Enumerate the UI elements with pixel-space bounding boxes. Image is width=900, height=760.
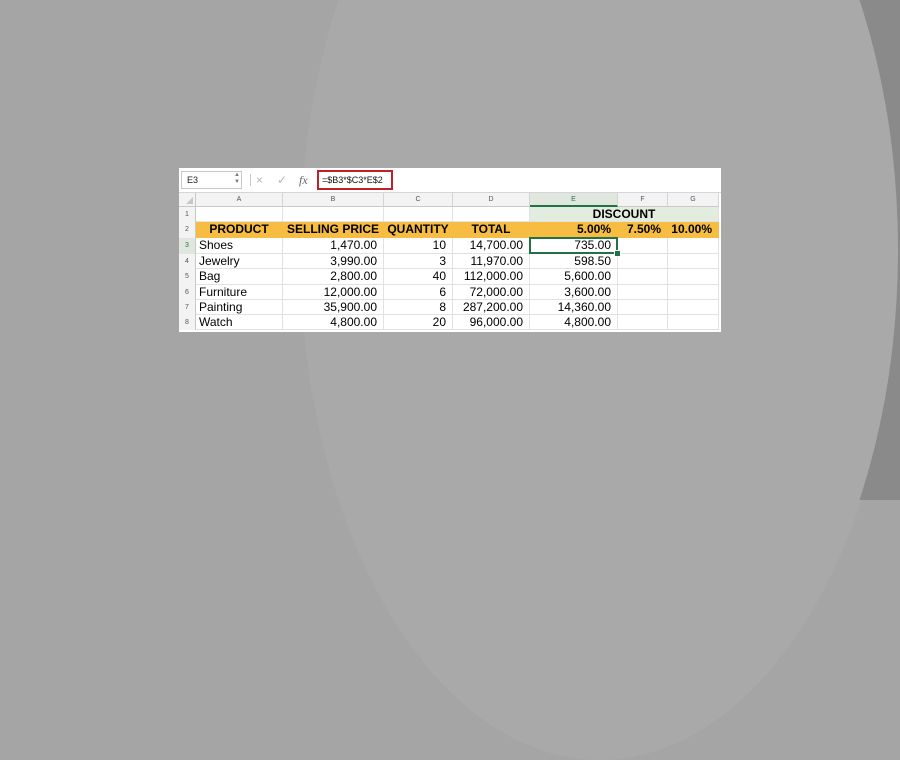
cell-c2[interactable]: QUANTITY [384, 222, 453, 238]
cell-b4[interactable]: 3,990.00 [283, 254, 384, 269]
cell-e2[interactable]: 5.00% [530, 222, 618, 238]
cell-b5[interactable]: 2,800.00 [283, 269, 384, 285]
cell-g7[interactable] [668, 300, 719, 315]
cell-e1[interactable]: DISCOUNT [530, 207, 719, 222]
cell-f6[interactable] [618, 285, 668, 300]
divider [250, 174, 251, 186]
cell-a8[interactable]: Watch [196, 315, 283, 330]
cell-d5[interactable]: 112,000.00 [453, 269, 530, 285]
cell-b1[interactable] [283, 207, 384, 222]
cell-d3[interactable]: 14,700.00 [453, 238, 530, 254]
spreadsheet: E3 ▲ ▼ × ✓ fx =$B3*$C3*E$2 A B C D E F G 1 DISCOU… [179, 168, 721, 332]
column-header-g[interactable]: G [668, 193, 719, 207]
cell-c6[interactable]: 6 [384, 285, 453, 300]
cell-g3[interactable] [668, 238, 719, 254]
cell-d1[interactable] [453, 207, 530, 222]
cell-e7[interactable]: 14,360.00 [530, 300, 618, 315]
cell-f7[interactable] [618, 300, 668, 315]
cell-e3[interactable]: 735.00 [530, 238, 618, 254]
cell-a1[interactable] [196, 207, 283, 222]
cell-c1[interactable] [384, 207, 453, 222]
formula-bar: E3 ▲ ▼ × ✓ fx =$B3*$C3*E$2 [179, 168, 721, 193]
cell-a3[interactable]: Shoes [196, 238, 283, 254]
cell-e5[interactable]: 5,600.00 [530, 269, 618, 285]
cell-b8[interactable]: 4,800.00 [283, 315, 384, 330]
cell-a4[interactable]: Jewelry [196, 254, 283, 269]
row-header-2[interactable]: 2 [179, 222, 196, 238]
cell-a2[interactable]: PRODUCT [196, 222, 283, 238]
column-header-d[interactable]: D [453, 193, 530, 207]
cell-d7[interactable]: 287,200.00 [453, 300, 530, 315]
cell-b2[interactable]: SELLING PRICE [283, 222, 384, 238]
cell-a6[interactable]: Furniture [196, 285, 283, 300]
cell-b3[interactable]: 1,470.00 [283, 238, 384, 254]
cancel-icon[interactable]: × [256, 172, 263, 188]
cell-f8[interactable] [618, 315, 668, 330]
cell-c3[interactable]: 10 [384, 238, 453, 254]
cell-f4[interactable] [618, 254, 668, 269]
row-header-3[interactable]: 3 [179, 238, 196, 254]
formula-input[interactable]: =$B3*$C3*E$2 [317, 170, 393, 190]
cell-d4[interactable]: 11,970.00 [453, 254, 530, 269]
cell-f2[interactable]: 7.50% [618, 222, 668, 238]
cell-d6[interactable]: 72,000.00 [453, 285, 530, 300]
cell-b6[interactable]: 12,000.00 [283, 285, 384, 300]
cell-a7[interactable]: Painting [196, 300, 283, 315]
background-edge [838, 0, 900, 500]
row-header-4[interactable]: 4 [179, 254, 196, 269]
cell-e4[interactable]: 598.50 [530, 254, 618, 269]
row-header-1[interactable]: 1 [179, 207, 196, 222]
name-box-dropdown-icon[interactable]: ▲ ▼ [233, 172, 241, 186]
cell-g5[interactable] [668, 269, 719, 285]
cell-g6[interactable] [668, 285, 719, 300]
cell-e6[interactable]: 3,600.00 [530, 285, 618, 300]
cell-c8[interactable]: 20 [384, 315, 453, 330]
row-header-8[interactable]: 8 [179, 315, 196, 330]
cell-d8[interactable]: 96,000.00 [453, 315, 530, 330]
row-header-7[interactable]: 7 [179, 300, 196, 315]
column-header-e[interactable]: E [530, 193, 618, 207]
cell-f5[interactable] [618, 269, 668, 285]
column-header-b[interactable]: B [283, 193, 384, 207]
cell-g4[interactable] [668, 254, 719, 269]
cell-e8[interactable]: 4,800.00 [530, 315, 618, 330]
enter-icon[interactable]: ✓ [277, 172, 287, 188]
cell-a5[interactable]: Bag [196, 269, 283, 285]
column-header-f[interactable]: F [618, 193, 668, 207]
insert-function-icon[interactable]: fx [299, 172, 308, 188]
select-all-button[interactable] [179, 193, 196, 207]
row-header-5[interactable]: 5 [179, 269, 196, 285]
background-curve [300, 0, 900, 760]
cell-g2[interactable]: 10.00% [668, 222, 719, 238]
cell-c4[interactable]: 3 [384, 254, 453, 269]
cell-d2[interactable]: TOTAL [453, 222, 530, 238]
column-header-a[interactable]: A [196, 193, 283, 207]
row-header-6[interactable]: 6 [179, 285, 196, 300]
cell-g8[interactable] [668, 315, 719, 330]
column-header-c[interactable]: C [384, 193, 453, 207]
fill-handle[interactable] [614, 250, 621, 257]
cell-b7[interactable]: 35,900.00 [283, 300, 384, 315]
cell-f3[interactable] [618, 238, 668, 254]
cell-c7[interactable]: 8 [384, 300, 453, 315]
cell-c5[interactable]: 40 [384, 269, 453, 285]
